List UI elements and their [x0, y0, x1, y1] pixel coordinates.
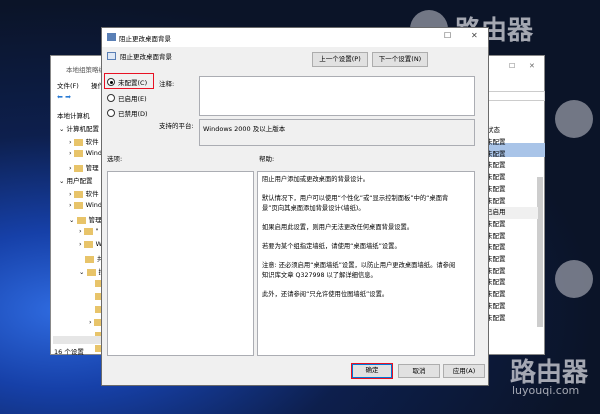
close-button[interactable]: ✕ — [529, 62, 535, 70]
status-cell[interactable]: 未配置 — [486, 219, 538, 231]
watermark-logo-icon — [555, 100, 593, 138]
back-icon[interactable]: ⬅ ➡ — [57, 93, 71, 101]
status-cell[interactable]: 未配置 — [486, 196, 538, 208]
comment-textarea[interactable] — [199, 76, 475, 116]
help-paragraph: 注意: 还必须启用“桌面墙纸”设置，以防止用户更改桌面墙纸。请参阅知识库文章 Q… — [262, 262, 456, 279]
help-label: 帮助: — [259, 155, 275, 163]
radio-not-configured[interactable]: 未配置(C) — [107, 77, 147, 87]
tree-item[interactable]: › 软件 — [69, 188, 99, 198]
toolbar-area — [485, 91, 545, 101]
status-cell[interactable]: 未配置 — [486, 172, 538, 184]
cancel-button[interactable]: 取消 — [398, 364, 440, 378]
next-setting-button[interactable]: 下一个设置(N) — [372, 52, 428, 67]
help-paragraph: 默认情况下，用户可以使用“个性化”或“显示控制面板”中的“桌面背景”页向其桌面添… — [262, 195, 449, 212]
status-cell[interactable]: 未配置 — [486, 242, 538, 254]
status-cell[interactable]: 未配置 — [486, 313, 538, 325]
platform-label: 支持的平台: — [159, 122, 194, 130]
watermark-url: luyouqi.com — [512, 384, 580, 397]
help-paragraph: 若要为某个组指定墙纸，请使用“桌面墙纸”设置。 — [262, 243, 401, 250]
options-label: 选项: — [107, 155, 123, 163]
radio-enabled[interactable]: 已启用(E) — [107, 93, 147, 103]
tree-item[interactable]: › Wind — [69, 201, 102, 209]
policy-dialog: 阻止更改桌面背景 ☐ ✕ 阻止更改桌面背景 上一个设置(P) 下一个设置(N) … — [101, 27, 489, 386]
status-column-header[interactable]: 状态 — [487, 125, 539, 137]
status-cell[interactable]: 未配置 — [486, 184, 538, 196]
setting-icon — [107, 52, 116, 60]
apply-button[interactable]: 应用(A) — [443, 364, 485, 378]
maximize-button[interactable]: ☐ — [444, 31, 451, 40]
platform-field: Windows 2000 及以上版本 — [199, 119, 475, 146]
tree-item[interactable]: › W — [79, 240, 102, 248]
status-cell[interactable]: 未配置 — [486, 160, 538, 172]
dialog-title: 阻止更改桌面背景 — [119, 35, 171, 43]
policy-icon — [107, 33, 116, 41]
options-panel — [107, 171, 254, 356]
menu-file[interactable]: 文件(F) — [57, 80, 79, 90]
status-cell[interactable]: 未配置 — [486, 301, 538, 313]
close-button[interactable]: ✕ — [471, 31, 478, 40]
status-cell[interactable]: 未配置 — [486, 149, 538, 161]
tree-item[interactable]: ⌄ 计算机配置 — [59, 123, 99, 133]
comment-label: 注释: — [159, 80, 175, 88]
status-cell[interactable]: 未配置 — [486, 137, 538, 149]
previous-setting-button[interactable]: 上一个设置(P) — [312, 52, 368, 67]
status-cell[interactable]: 未配置 — [486, 277, 538, 289]
status-cell[interactable]: 未配置 — [486, 289, 538, 301]
status-cell[interactable]: 未配置 — [486, 266, 538, 278]
tree-item[interactable]: › Wind — [69, 149, 102, 157]
horizontal-scrollbar[interactable] — [53, 336, 101, 344]
status-bar: 16 个设置 — [54, 348, 84, 356]
tree-item[interactable]: › 软件 — [69, 136, 99, 146]
title-bar: 阻止更改桌面背景 ☐ ✕ — [102, 28, 488, 47]
tree-item[interactable]: 本地计算机 — [57, 110, 90, 120]
setting-name: 阻止更改桌面背景 — [120, 53, 172, 61]
help-panel: 阻止用户添加或更改桌面的背景设计。默认情况下，用户可以使用“个性化”或“显示控制… — [257, 171, 475, 356]
help-paragraph: 此外，还请参阅“只允许使用位图墙纸”设置。 — [262, 291, 389, 298]
tree-item[interactable]: › 管理 — [69, 162, 99, 172]
help-paragraph: 阻止用户添加或更改桌面的背景设计。 — [262, 176, 370, 183]
tree-item[interactable]: › " — [79, 227, 99, 235]
status-cell[interactable]: 未配置 — [486, 231, 538, 243]
tree-item[interactable]: ⌄ 用户配置 — [59, 175, 93, 185]
ok-button[interactable]: 确定 — [351, 363, 393, 379]
watermark-logo-icon — [555, 260, 593, 298]
radio-disabled[interactable]: 已禁用(D) — [107, 108, 148, 118]
help-paragraph: 如果启用此设置，则用户无法更改任何桌面背景设置。 — [262, 224, 414, 231]
tree-item[interactable]: ⌄ 管理 — [69, 214, 102, 224]
maximize-button[interactable]: ☐ — [509, 62, 515, 70]
status-cell[interactable]: 已启用 — [486, 207, 538, 219]
status-cell[interactable]: 未配置 — [486, 254, 538, 266]
